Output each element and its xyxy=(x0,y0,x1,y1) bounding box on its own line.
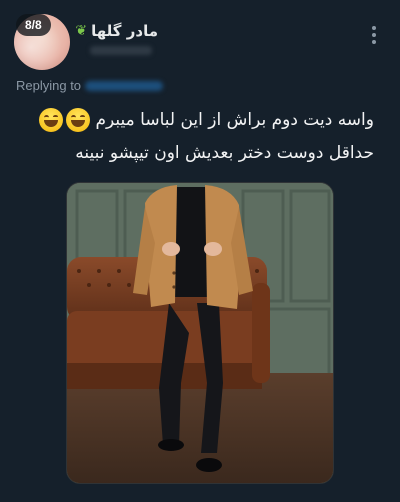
photo-illustration xyxy=(67,183,333,483)
username-handle-redacted xyxy=(90,46,152,55)
tweet-line-2: حداقل دوست دختر بعدیش اون تیپشو نبینه xyxy=(75,143,374,163)
reply-handle-redacted[interactable] xyxy=(85,80,164,91)
replying-to-line: Replying to xyxy=(16,78,164,93)
replying-to-label: Replying to xyxy=(16,78,82,93)
leaf-icon: ❦ xyxy=(75,23,88,39)
tweet-line-1: واسه دیت دوم براش از این لباسا میبرم xyxy=(24,104,374,137)
grinning-squinting-face-icon xyxy=(66,108,91,132)
display-name-text: مادر گلها xyxy=(91,22,158,40)
tweet-photo[interactable] xyxy=(66,182,334,484)
display-name[interactable]: مادر گلها ❦ xyxy=(75,22,158,40)
grinning-squinting-face-icon xyxy=(39,108,64,132)
tweet-text: واسه دیت دوم براش از این لباسا میبرم حدا… xyxy=(24,104,374,170)
more-options-icon[interactable] xyxy=(372,26,376,44)
thread-counter-badge: 8/8 xyxy=(16,14,51,36)
